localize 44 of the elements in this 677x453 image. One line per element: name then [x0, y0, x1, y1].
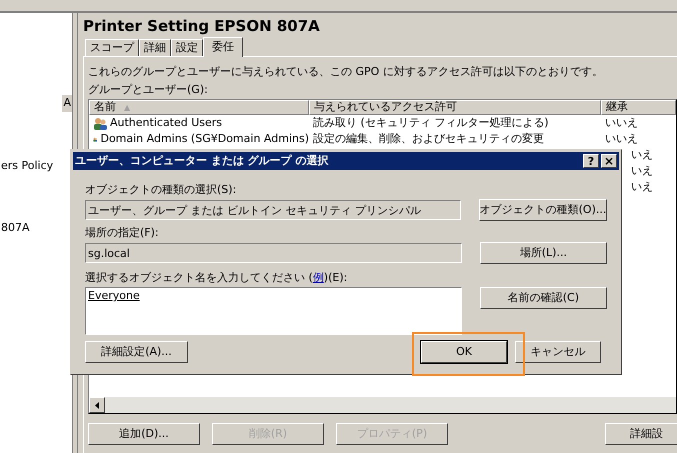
cancel-button[interactable]: キャンセル	[515, 341, 601, 363]
column-header[interactable]: 名前 ▲	[89, 100, 309, 115]
action-button[interactable]: 追加(D)...	[88, 423, 200, 445]
table-cell: 設定の編集、削除、およびセキュリティの変更	[313, 132, 544, 145]
field-label: オブジェクトの種類の選択(S):	[85, 182, 238, 198]
object-types-button[interactable]: オブジェクトの種類(O)...	[479, 199, 607, 221]
advanced-button[interactable]: 詳細設定(A)...	[85, 341, 188, 363]
field-label: 場所の指定(F):	[85, 225, 160, 241]
locations-button[interactable]: 場所(L)...	[480, 242, 607, 264]
dialog-title: ユーザー、コンピューター または グループ の選択	[75, 152, 330, 169]
help-button[interactable]: ?	[583, 154, 599, 168]
table-cell-text: Domain Admins (SG¥Domain Admins)	[100, 130, 309, 147]
panel-title: Printer Setting EPSON 807A	[83, 17, 321, 35]
ok-button[interactable]: OK	[421, 341, 507, 363]
table-cell-text: Authenticated Users	[110, 114, 222, 131]
check-names-button[interactable]: 名前の確認(C)	[480, 287, 607, 309]
tree-item[interactable]: ers Policy	[0, 158, 54, 174]
object-type-field[interactable]: ユーザー、グループ または ビルトイン セキュリティ プリンシパル	[85, 200, 461, 220]
examples-link[interactable]: 例	[312, 271, 324, 284]
table-cell: いいえ	[605, 116, 638, 129]
field-label: 選択するオブジェクト名を入力してください (例)(E):	[85, 270, 348, 286]
table-cell: 読み取り (セキュリティ フィルター処理による)	[313, 116, 549, 129]
column-header[interactable]: 継承	[601, 100, 676, 115]
tab[interactable]: 設定	[171, 39, 203, 56]
sort-arrow-icon: ▲	[124, 102, 130, 114]
table-cell: いいえ	[605, 132, 638, 145]
location-field[interactable]: sg.local	[85, 243, 462, 263]
table-cell: いえ	[631, 180, 653, 193]
column-header[interactable]: 与えられているアクセス許可	[309, 100, 601, 115]
action-button[interactable]: 詳細設	[605, 423, 677, 445]
object-names-field[interactable]: Everyone	[85, 287, 462, 335]
table-cell: いえ	[631, 148, 653, 161]
description-text: これらのグループとユーザーに与えられている、この GPO に対するアクセス許可は以下のとおりです。	[88, 64, 604, 80]
list-label: グループとユーザー(G):	[88, 82, 209, 98]
left-arrow-icon	[95, 402, 99, 408]
users-icon	[93, 116, 107, 130]
tree-item[interactable]: A	[62, 95, 72, 112]
close-button[interactable]: ×	[601, 154, 617, 168]
tab[interactable]: スコープ	[85, 39, 139, 56]
table-cell: いえ	[631, 164, 653, 177]
tab[interactable]: 詳細	[139, 39, 171, 56]
tab[interactable]: 委任	[203, 37, 243, 57]
horizontal-scrollbar[interactable]	[89, 397, 676, 413]
scroll-left-button[interactable]	[89, 397, 105, 413]
